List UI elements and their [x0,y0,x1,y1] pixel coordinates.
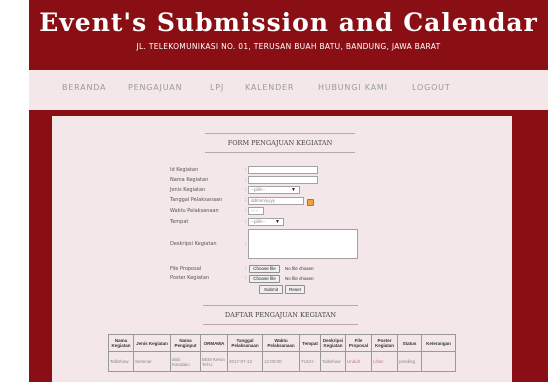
column-header: Nama Kegiatan [108,334,134,352]
calendar-icon[interactable] [307,199,314,206]
form-title: FORM PENGAJUAN KEGIATAN [205,133,355,153]
site-header: Event's Submission and Calendar JL. TELE… [29,0,548,70]
column-header: Status [397,334,422,352]
tanggal-placeholder: dd/mm/yyyy [251,198,276,203]
waktu-value: --:-- [251,208,259,213]
table-cell: Talkshow [108,351,134,372]
chevron-down-icon: ▼ [291,187,296,193]
label-tempat: Tempat [170,219,189,225]
jenis-kegiatan-select[interactable]: --pilih-- ▼ [248,186,300,194]
label-id-kegiatan: Id Kegiatan [170,167,199,173]
table-header-row: Nama Kegiatan Jenis Kegiatan Nama Pengin… [108,334,456,352]
label-tanggal-pelaksanaan: Tanggal Pelaksanaan [170,197,223,203]
reset-button[interactable]: Reset [285,285,305,294]
colon: : [245,167,247,173]
table-cell: 12:00:00 [262,351,300,372]
chevron-down-icon: ▼ [275,219,280,225]
label-deskripsi-kegiatan: Deskripsi Kegiatan [170,241,217,247]
tempat-value: --pilih-- [251,219,265,224]
label-nama-kegiatan: Nama Kegiatan [170,177,209,183]
tempat-select[interactable]: --pilih-- ▼ [248,218,284,226]
colon: : [245,219,247,225]
poster-choose-button[interactable]: Choose file [249,275,280,283]
file-proposal-choose-button[interactable]: Choose file [249,265,280,273]
lihat-link[interactable]: Lihat [371,351,398,372]
column-header: ORMAWA [200,334,228,352]
unduh-link[interactable]: Unduh [345,351,372,372]
column-header: Nama Penginput [170,334,201,352]
colon: : [245,241,247,247]
label-file-proposal: File Proposal [170,266,202,272]
poster-status: No file chosen [285,276,314,281]
id-kegiatan-input[interactable] [248,166,318,174]
site-title: Event's Submission and Calendar [39,8,538,37]
nav-kalender[interactable]: KALENDER [245,83,294,92]
table-row: Talkshow Seminar aldo Kandako BEM Kema T… [108,351,456,372]
tanggal-pelaksanaan-input[interactable]: dd/mm/yyyy [248,197,304,205]
column-header: Keterangan [421,334,456,352]
column-header: Tanggal Pelaksanaan [227,334,263,352]
submit-button[interactable]: Submit [259,285,283,294]
column-header: Jenis Kegiatan [133,334,171,352]
colon: : [245,187,247,193]
nav-logout[interactable]: LOGOUT [412,83,451,92]
table-cell: aldo Kandako [170,351,201,372]
column-header: Waktu Pelaksanaan [262,334,300,352]
label-jenis-kegiatan: Jenis Kegiatan [170,187,206,193]
table-cell: TUCH [299,351,321,372]
column-header: Deskripsi Kegiatan [320,334,346,352]
column-header: File Proposal [345,334,372,352]
waktu-pelaksanaan-input[interactable]: --:-- [248,207,264,215]
status-cell: pending [397,351,422,372]
colon: : [245,177,247,183]
nav-pengajuan[interactable]: PENGAJUAN [128,83,182,92]
colon: : [245,197,247,203]
colon: : [245,208,247,214]
main-nav: BERANDA PENGAJUAN LPJ KALENDER HUBUNGI K… [29,70,548,110]
nav-beranda[interactable]: BERANDA [62,83,106,92]
label-poster-kegiatan: Poster Kegiatan [170,275,210,281]
table-cell: 2017-07-12 [227,351,263,372]
table-cell: Talkshow [320,351,346,372]
file-proposal-status: No file chosen [285,266,314,271]
column-header: Tempat [299,334,321,352]
label-waktu-pelaksanaan: Waktu Pelaksanaan [170,208,219,214]
table-cell [421,351,456,372]
column-header: Poster Kegiatan [371,334,398,352]
nav-hubungi-kami[interactable]: HUBUNGI KAMI [318,83,388,92]
deskripsi-kegiatan-textarea[interactable] [248,229,358,259]
list-title: DAFTAR PENGAJUAN KEGIATAN [203,305,358,325]
colon: : [245,266,247,272]
table-cell: Seminar [133,351,171,372]
submissions-table: Nama Kegiatan Jenis Kegiatan Nama Pengin… [108,334,456,372]
nav-lpj[interactable]: LPJ [210,83,224,92]
table-cell: BEM Kema Tel-U [200,351,228,372]
site-address: JL. TELEKOMUNIKASI NO. 01, TERUSAN BUAH … [136,42,441,51]
nama-kegiatan-input[interactable] [248,176,318,184]
jenis-kegiatan-value: --pilih-- [251,187,265,192]
colon: : [245,275,247,281]
